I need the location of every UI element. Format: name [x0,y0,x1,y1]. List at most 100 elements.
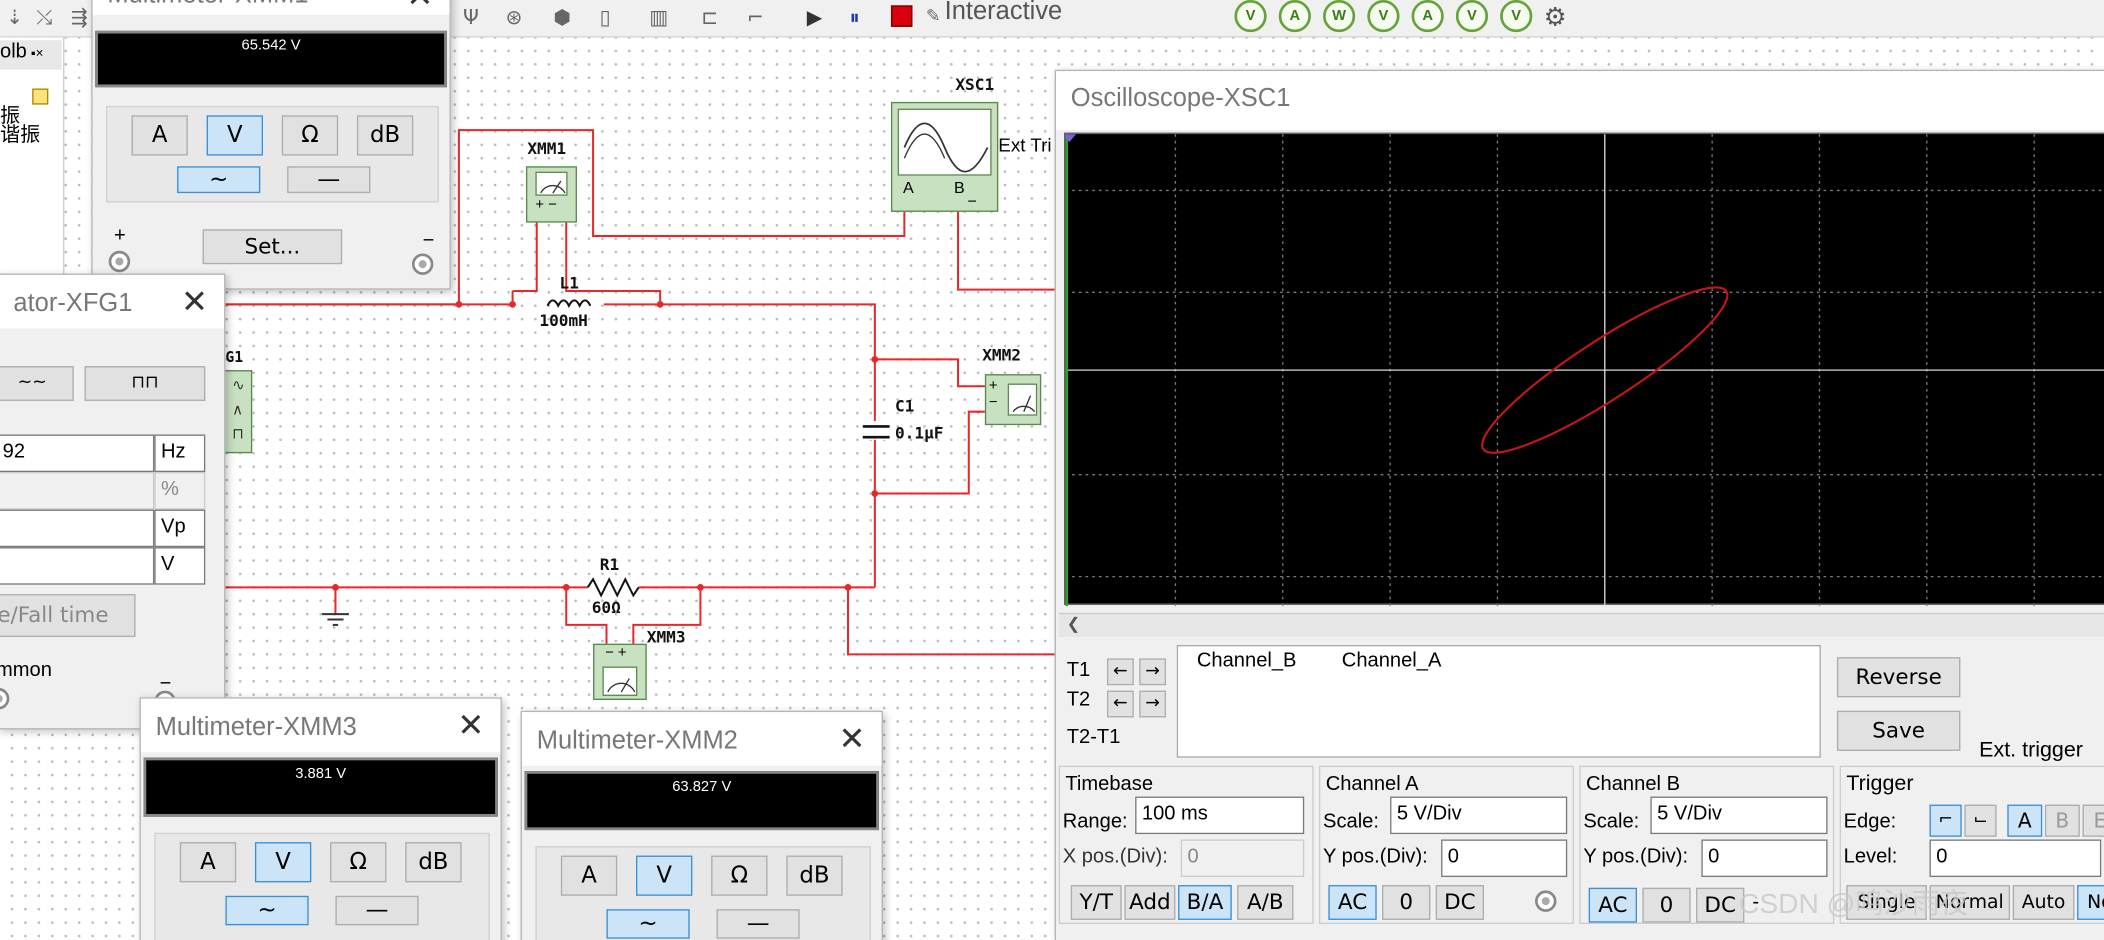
xfg1-close-icon[interactable]: ✕ [181,283,208,321]
xmm2-dc-button[interactable]: — [716,909,800,939]
mode-ba-button[interactable]: B/A [1178,885,1232,920]
channel-a-ac-button[interactable]: AC [1328,885,1377,920]
xmm2-instrument[interactable]: + − [984,374,1042,426]
mode-yt-button[interactable]: Y/T [1070,885,1122,920]
xmm2-window-title: Multimeter-XMM2 [521,712,882,766]
xmm1-close-icon[interactable]: ✕ [406,0,433,15]
channel-a-scale-field[interactable]: 5 V/Div [1390,796,1568,835]
xmm2-controls-group: A V Ω dB ~ — [535,846,871,940]
xmm3-terminals[interactable]: − + [605,645,626,661]
inductor-l1-symbol[interactable] [546,297,596,312]
channel-b-ac-button[interactable]: AC [1588,887,1637,923]
xmm2-ac-button[interactable]: ~ [606,909,690,939]
xmm1-plus-terminal-knob[interactable] [108,250,131,273]
timebase-range-label: Range: [1062,809,1128,833]
resistor-r1-symbol[interactable] [586,577,640,598]
xsc1-input-b[interactable]: B [954,178,965,197]
xsc1-instrument[interactable]: A B − [890,101,999,212]
xfg1-amplitude-field[interactable] [0,509,155,548]
channel-a-zero-button[interactable]: 0 [1382,885,1431,920]
xmm1-set-button[interactable]: Set... [202,229,343,265]
xsc1-input-a[interactable]: A [903,178,914,197]
channel-b-dc-button[interactable]: DC [1696,887,1745,923]
xmm2-close-icon[interactable]: ✕ [838,720,865,758]
t2-left-arrow-icon[interactable]: ← [1106,690,1134,718]
xmm1-plus-terminal[interactable]: + − [535,197,556,213]
xfg1-offset-unit[interactable]: V [154,547,206,585]
xmm1-ohm-button[interactable]: Ω [281,115,339,156]
trigger-source-ext-button[interactable]: E [2082,804,2104,837]
trigger-source-b-button[interactable]: B [2044,804,2080,837]
xmm1-dc-button[interactable]: — [287,166,371,194]
channel-a-terminal-knob[interactable] [1535,890,1557,912]
xfg1-frequency-field[interactable]: 92 [0,434,155,473]
xmm1-volt-button[interactable]: V [206,115,263,156]
t1-right-arrow-icon[interactable]: → [1139,658,1167,686]
scope-screen[interactable] [1062,132,2104,607]
l1-label: L1 [559,273,579,293]
timebase-xpos-field[interactable]: 0 [1180,839,1305,878]
trigger-rising-edge-icon[interactable]: ⌐ [1929,804,1962,837]
save-button[interactable]: Save [1836,710,1961,751]
xmm3-instrument[interactable]: − + [593,643,647,701]
xfg1-offset-field[interactable] [0,547,155,585]
channel-a-ypos-field[interactable]: 0 [1441,839,1568,878]
xmm1-minus-terminal-knob[interactable] [411,253,434,275]
mode-ab-button[interactable]: A/B [1237,885,1294,920]
xfg1-amplitude-unit[interactable]: Vp [154,509,206,548]
xfg1-rise-fall-button[interactable]: e/Fall time [0,594,136,637]
xfg1-common-knob[interactable] [0,687,10,710]
xmm3-ohm-button[interactable]: Ω [330,842,387,883]
reverse-button[interactable]: Reverse [1836,657,1961,698]
t2-right-arrow-icon[interactable]: → [1139,690,1167,718]
scroll-left-icon[interactable]: ❮ [1067,614,1081,633]
channel-b-zero-button[interactable]: 0 [1642,887,1691,923]
xfg1-frequency-unit[interactable]: Hz [154,434,206,473]
xmm1-instrument[interactable]: + − [525,166,577,223]
xfg1-duty-unit[interactable]: % [154,472,206,510]
xmm3-db-button[interactable]: dB [405,842,462,883]
xmm2-ampere-button[interactable]: A [560,855,618,896]
xfg1-square-wave-button[interactable]: ⊓⊓ [84,366,206,401]
ext-trigger-label: Ext. trigger [1979,738,2083,762]
timebase-header: Timebase [1065,772,1154,796]
xmm3-ac-button[interactable]: ~ [225,895,309,926]
channel-b-ypos-field[interactable]: 0 [1701,839,1828,878]
t1-left-arrow-icon[interactable]: ← [1106,658,1134,686]
xmm2-terminals[interactable]: + − [989,378,998,410]
xmm1-ac-button[interactable]: ~ [177,166,261,194]
xmm2-db-button[interactable]: dB [786,855,843,896]
xmm2-volt-button[interactable]: V [636,855,693,896]
xmm1-label: XMM1 [527,139,567,159]
timebase-group: Timebase Range: 100 ms X pos.(Div): 0 Y/… [1058,765,1314,924]
wire-l1-c1 [603,303,876,588]
xmm1-ampere-button[interactable]: A [131,115,188,156]
xmm1-db-button[interactable]: dB [356,115,414,156]
trigger-source-a-button[interactable]: A [2007,804,2043,837]
capacitor-c1-symbol[interactable] [862,421,890,440]
wire-xmm2-plus [874,358,993,388]
trigger-level-field[interactable]: 0 [1929,839,2102,878]
xfg1-duty-field[interactable] [0,472,155,510]
scope-scrollbar[interactable]: ❮ [1058,612,2104,637]
xmm3-close-icon[interactable]: ✕ [457,707,484,745]
xmm3-volt-button[interactable]: V [254,842,312,883]
xfg1-common-label: mmon [0,658,52,682]
trigger-falling-edge-icon[interactable]: ⌙ [1964,804,1997,837]
xfg1-instrument[interactable]: ∿ ∧ ⊓ [222,370,253,454]
xfg1-sine-wave-button[interactable]: ~~ [0,366,74,401]
xmm2-ohm-button[interactable]: Ω [711,855,768,896]
timebase-range-field[interactable]: 100 ms [1135,796,1305,835]
xmm3-reading-display: 3.881 V [143,757,498,817]
trigger-auto-button[interactable]: Auto [2012,885,2075,920]
wire-xmm3-minus [565,587,608,652]
mode-add-button[interactable]: Add [1124,885,1176,920]
xmm3-dc-button[interactable]: — [335,895,419,926]
xsc1-minus-terminal[interactable]: − [967,192,976,211]
xmm3-ampere-button[interactable]: A [179,842,237,883]
channel-b-scale-field[interactable]: 5 V/Div [1650,796,1828,835]
cursor-t2-label: T2 [1066,687,1091,711]
channel-a-dc-button[interactable]: DC [1435,885,1485,920]
trigger-none-button[interactable]: No [2077,885,2104,920]
trigger-level-label: Level: [1843,844,1898,868]
